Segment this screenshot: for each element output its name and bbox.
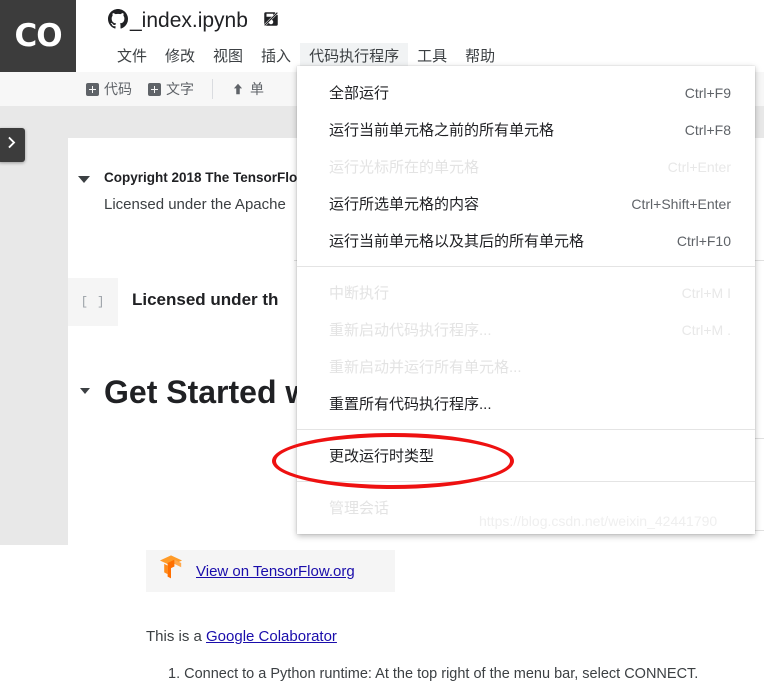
add-text-cell-label: 文字 <box>166 81 194 97</box>
menu-item-label: 运行光标所在的单元格 <box>329 159 480 176</box>
add-code-cell-button[interactable]: 代码 <box>78 77 140 101</box>
save-disabled-icon[interactable] <box>262 10 280 33</box>
watermark-text: https://blog.csdn.net/weixin_42441790 <box>479 513 718 529</box>
toolbar-buttons: 代码 文字 单 <box>78 72 272 106</box>
menu-divider <box>297 266 755 267</box>
menu-item-label: 运行所选单元格的内容 <box>329 196 480 213</box>
menu-item-run-focused-cell: 运行光标所在的单元格 Ctrl+Enter <box>297 148 755 185</box>
menu-item-run-selection[interactable]: 运行所选单元格的内容 Ctrl+Shift+Enter <box>297 185 755 222</box>
get-started-heading: Get Started w <box>104 374 311 410</box>
menu-item-shortcut: Ctrl+F8 <box>684 121 731 138</box>
runtime-dropdown-menu: 全部运行 Ctrl+F9 运行当前单元格之前的所有单元格 Ctrl+F8 运行光… <box>297 66 755 534</box>
menu-item-shortcut: Ctrl+F10 <box>676 232 731 249</box>
execution-count-prompt: [ ] <box>80 295 106 309</box>
caret-down-icon[interactable] <box>80 388 90 394</box>
menu-item-shortcut: Ctrl+M I <box>681 284 731 301</box>
copyright-subtext: Licensed under the Apache <box>104 196 286 213</box>
intro-list-item-1: 1. Connect to a Python runtime: At the t… <box>168 666 699 682</box>
colab-logo-text: CO <box>14 17 62 54</box>
menu-item-interrupt-execution: 中断执行 Ctrl+M I <box>297 274 755 311</box>
menubar-item-insert[interactable]: 插入 <box>252 43 300 70</box>
menu-item-label: 中断执行 <box>329 285 390 302</box>
menu-item-run-all[interactable]: 全部运行 Ctrl+F9 <box>297 74 755 111</box>
menubar-item-view[interactable]: 视图 <box>204 43 252 70</box>
sidebar-toggle-button[interactable] <box>0 128 25 162</box>
menu-item-shortcut: Ctrl+Shift+Enter <box>631 195 731 212</box>
menu-item-shortcut: Ctrl+M . <box>681 321 731 338</box>
add-code-cell-label: 代码 <box>104 81 132 97</box>
colab-app: CO _index.ipynb 文件 修改 视图 插入 代码执行程序 工具 帮助… <box>0 0 764 682</box>
menu-item-label: 重置所有代码执行程序... <box>329 396 492 413</box>
menu-item-label: 重新启动并运行所有单元格... <box>329 359 522 376</box>
menu-item-reset-all-runtimes[interactable]: 重置所有代码执行程序... <box>297 385 755 422</box>
caret-down-icon[interactable] <box>78 176 90 183</box>
menu-item-shortcut: Ctrl+F9 <box>684 84 731 101</box>
licensed-heading: Licensed under th <box>132 290 279 309</box>
menu-item-change-runtime-type[interactable]: 更改运行时类型 <box>297 437 755 474</box>
copyright-heading: Copyright 2018 The TensorFlow A <box>104 170 321 185</box>
menu-item-restart-and-run-all: 重新启动并运行所有单元格... <box>297 348 755 385</box>
document-title[interactable]: _index.ipynb <box>130 9 248 33</box>
app-header: _index.ipynb 文件 修改 视图 插入 代码执行程序 工具 帮助 <box>76 0 764 72</box>
menu-item-label: 管理会话 <box>329 500 390 517</box>
menu-item-label: 更改运行时类型 <box>329 448 435 465</box>
menu-item-label: 全部运行 <box>329 85 390 102</box>
menu-item-run-after[interactable]: 运行当前单元格以及其后的所有单元格 Ctrl+F10 <box>297 222 755 259</box>
menubar-item-file[interactable]: 文件 <box>108 43 156 70</box>
menu-item-label: 运行当前单元格之前的所有单元格 <box>329 122 555 139</box>
menu-item-shortcut: Ctrl+Enter <box>667 158 731 175</box>
chevron-right-icon <box>4 135 19 155</box>
menu-item-label: 运行当前单元格以及其后的所有单元格 <box>329 233 585 250</box>
google-colaboratory-link[interactable]: Google Colaborator <box>206 628 337 645</box>
menu-divider <box>297 429 755 430</box>
move-cell-up-label: 单 <box>250 81 264 97</box>
intro-prefix-text: This is a <box>146 628 207 645</box>
menubar-item-edit[interactable]: 修改 <box>156 43 204 70</box>
github-icon <box>108 8 128 34</box>
menu-item-label: 重新启动代码执行程序... <box>329 322 492 339</box>
colab-logo[interactable]: CO <box>0 0 76 72</box>
intro-paragraph: This is a Google Colaborator <box>146 628 337 645</box>
plus-box-icon <box>86 82 99 96</box>
move-cell-up-button[interactable]: 单 <box>223 77 272 101</box>
toolbar-divider <box>212 79 213 99</box>
plus-box-icon <box>148 82 161 96</box>
add-text-cell-button[interactable]: 文字 <box>140 77 202 101</box>
view-on-tensorflow-link[interactable]: View on TensorFlow.org <box>196 563 355 580</box>
cell-run-gutter[interactable]: [ ] <box>68 278 118 326</box>
menu-item-restart-runtime: 重新启动代码执行程序... Ctrl+M . <box>297 311 755 348</box>
arrow-up-icon <box>231 82 245 96</box>
menu-item-run-before[interactable]: 运行当前单元格之前的所有单元格 Ctrl+F8 <box>297 111 755 148</box>
tensorflow-logo-icon <box>154 552 188 591</box>
title-row: _index.ipynb <box>108 4 280 38</box>
menu-divider <box>297 481 755 482</box>
tensorflow-badge[interactable]: View on TensorFlow.org <box>146 550 395 592</box>
